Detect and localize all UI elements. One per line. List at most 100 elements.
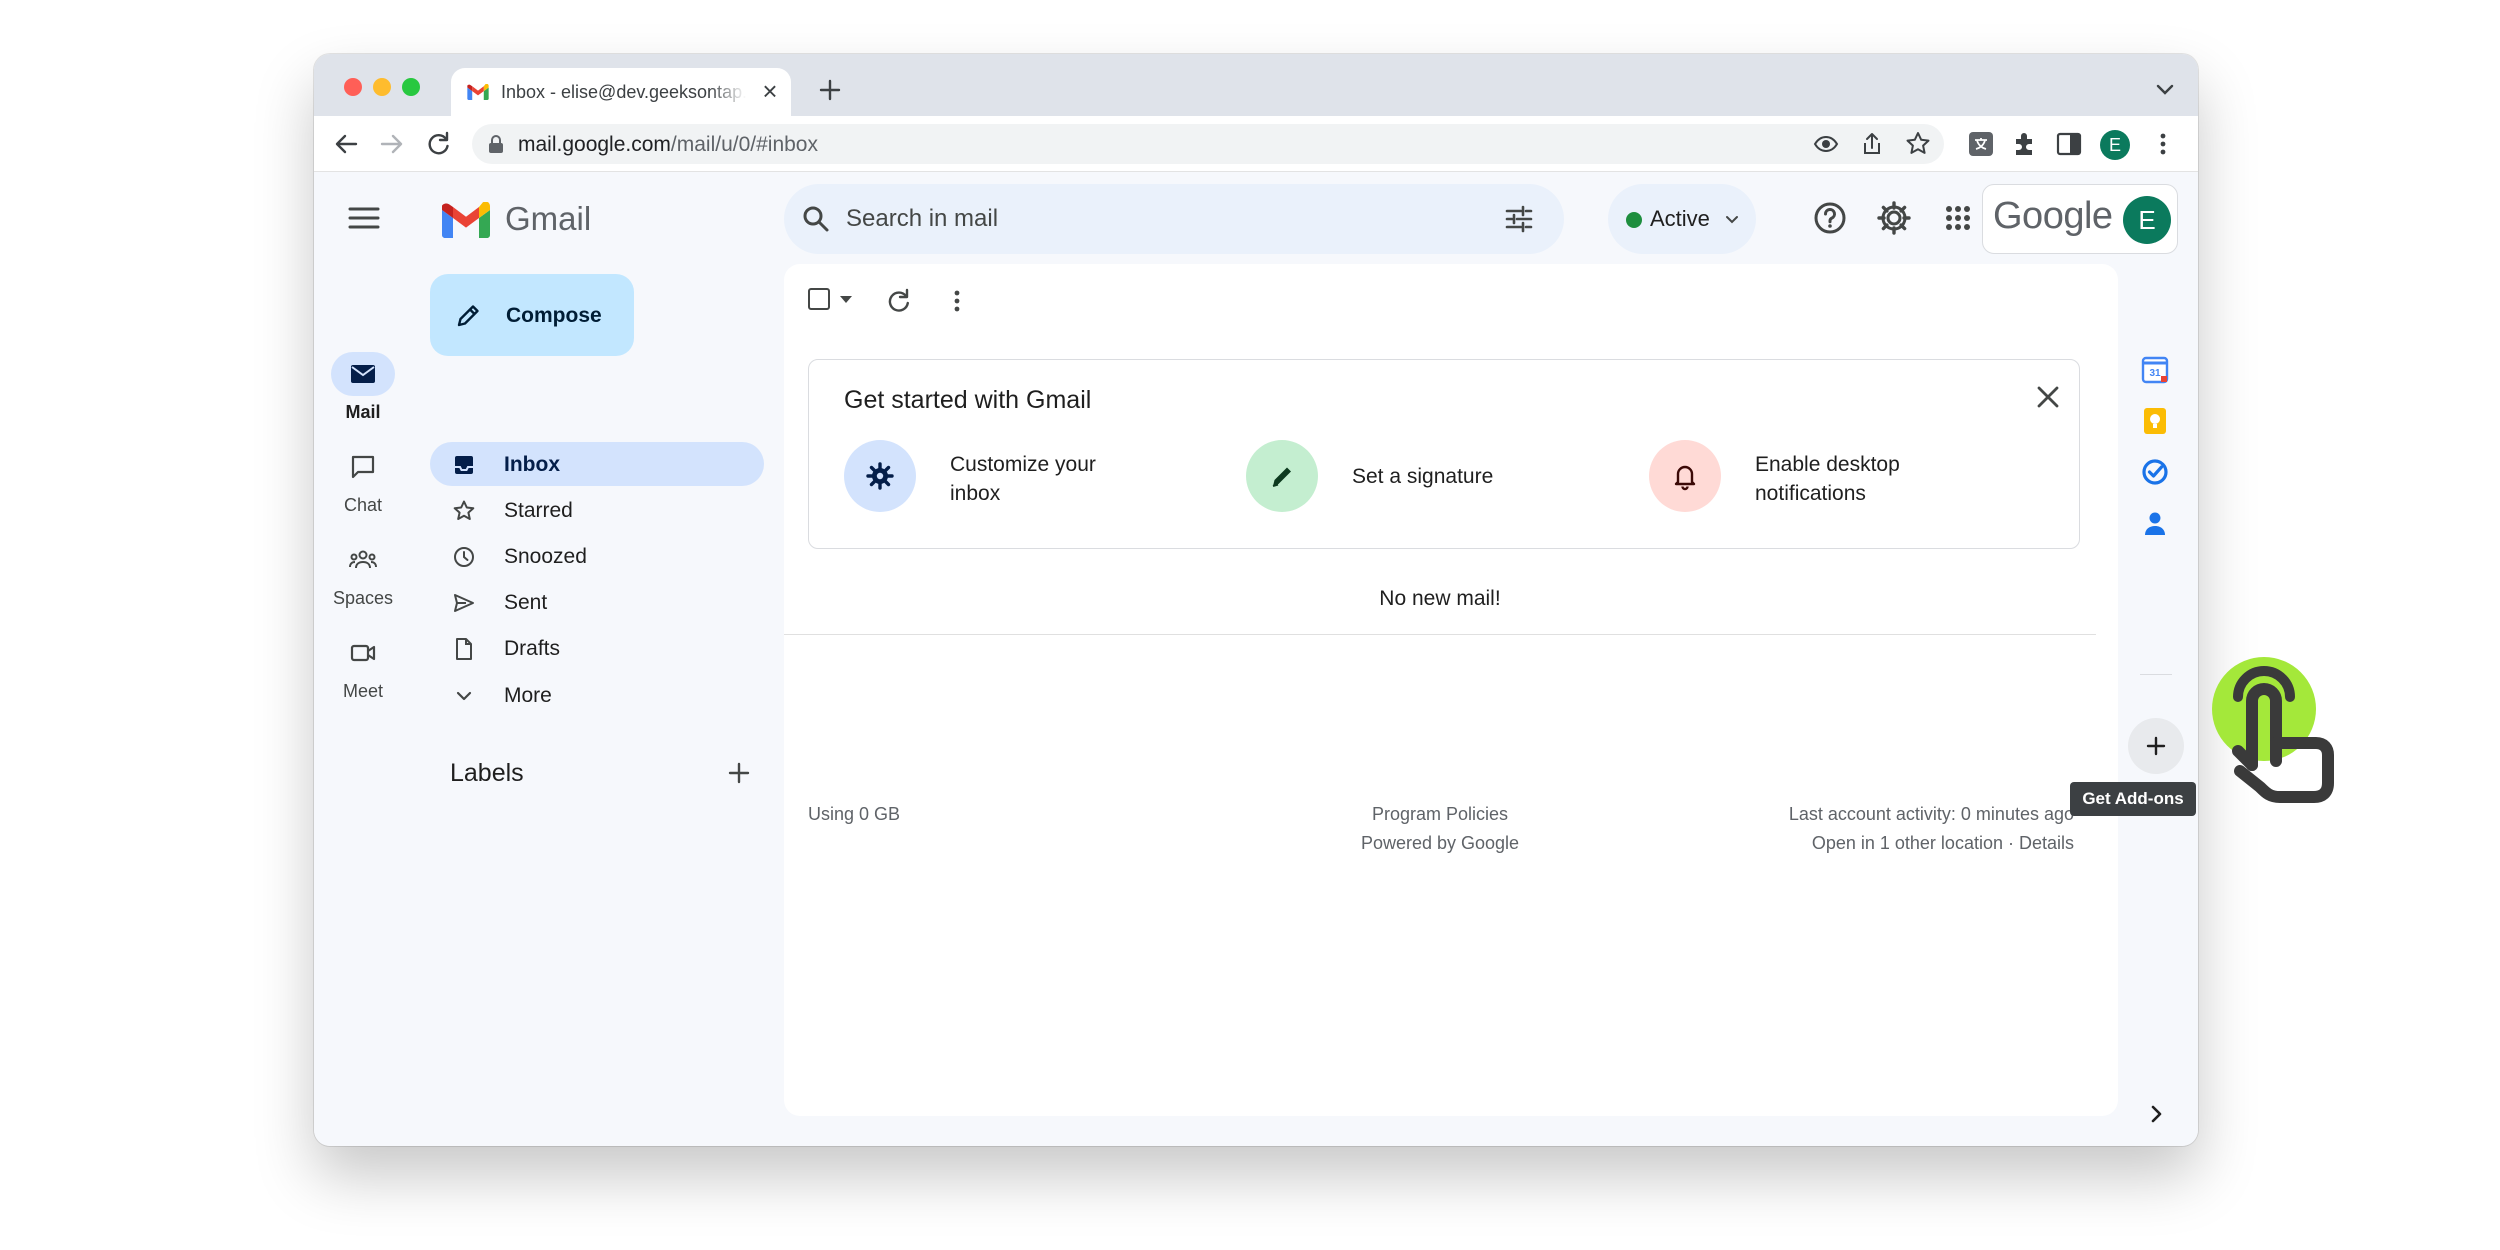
meet-icon — [350, 644, 376, 662]
minimize-window-button[interactable] — [373, 78, 391, 96]
notifications-line2: notifications — [1755, 482, 1866, 505]
search-options-icon[interactable] — [1502, 202, 1536, 236]
avatar: E — [2123, 196, 2171, 244]
side-panel-divider — [2140, 674, 2172, 675]
sidebar-item-starred[interactable]: Starred — [430, 488, 764, 532]
tasks-icon[interactable] — [2140, 457, 2170, 487]
sidebar-item-label: Drafts — [504, 637, 561, 660]
open-locations-details[interactable]: Open in 1 other location · Details — [784, 829, 2074, 858]
gs-circle-customize — [844, 440, 916, 512]
sidebar-item-drafts[interactable]: Drafts — [430, 626, 764, 670]
chevron-down-icon — [1726, 216, 1738, 224]
close-icon[interactable] — [2031, 380, 2065, 414]
tap-indicator-icon — [2212, 657, 2334, 803]
customize-inbox-option[interactable]: Customize your inbox — [844, 440, 1144, 512]
clock-icon — [454, 547, 474, 567]
get-started-title: Get started with Gmail — [844, 386, 1092, 414]
rail-label: Spaces — [332, 588, 394, 608]
translate-extension-icon[interactable] — [1966, 129, 1996, 159]
sidebar-item-snoozed[interactable]: Snoozed — [430, 534, 764, 578]
search-bar — [784, 184, 1564, 254]
gs-circle-signature — [1246, 440, 1318, 512]
forward-arrow-icon[interactable] — [376, 128, 408, 160]
gmail-app: Gmail Active Google E Mail — [314, 172, 2198, 1146]
share-icon[interactable] — [1858, 130, 1886, 158]
rail-item-spaces[interactable]: Spaces — [314, 538, 412, 618]
set-signature-option[interactable]: Set a signature — [1246, 440, 1546, 512]
sidebar-item-label: Inbox — [504, 453, 560, 476]
chevron-down-icon — [456, 691, 472, 701]
sidebar-item-inbox[interactable]: Inbox — [430, 442, 764, 486]
get-add-ons-button[interactable] — [2128, 718, 2184, 774]
extensions-puzzle-icon[interactable] — [2010, 129, 2040, 159]
mail-icon — [351, 365, 375, 383]
search-input[interactable] — [846, 194, 1486, 244]
settings-gear-icon[interactable] — [1870, 194, 1918, 242]
select-all-checkbox[interactable] — [808, 288, 830, 310]
compose-button[interactable]: Compose — [430, 274, 634, 356]
profile-avatar[interactable]: E — [2100, 130, 2130, 160]
chevron-right-icon[interactable] — [2144, 1102, 2168, 1126]
rail-pill-mail — [331, 352, 395, 396]
tab-close-icon[interactable]: × — [756, 77, 784, 105]
calendar-icon[interactable]: 31 — [2140, 355, 2170, 385]
gear-icon — [866, 462, 894, 490]
gs-text-notifications: Enable desktop notifications — [1755, 450, 1900, 508]
rail-pill-spaces — [331, 538, 395, 582]
select-dropdown-icon[interactable] — [840, 296, 852, 304]
status-chip[interactable]: Active — [1608, 184, 1756, 254]
browser-menu-icon[interactable] — [2148, 129, 2178, 159]
browser-window: Inbox - elise@dev.geeksontap.com × mail.… — [314, 54, 2198, 1146]
privacy-eye-icon[interactable] — [1812, 130, 1840, 158]
reload-icon[interactable] — [422, 128, 454, 160]
gs-circle-notifications — [1649, 440, 1721, 512]
browser-toolbar: mail.google.com/mail/u/0/#inbox E — [314, 116, 2198, 172]
sidebar-item-label: Snoozed — [504, 545, 587, 568]
rail-label: Meet — [342, 681, 384, 701]
status-dot — [1626, 212, 1642, 228]
google-wordmark: Google — [1993, 195, 2113, 237]
signature-text: Set a signature — [1352, 465, 1494, 488]
close-window-button[interactable] — [344, 78, 362, 96]
side-panel-icon[interactable] — [2054, 129, 2084, 159]
keep-icon[interactable] — [2140, 406, 2170, 436]
search-icon[interactable] — [800, 203, 832, 235]
add-label-icon[interactable] — [724, 758, 754, 788]
sidebar-item-sent[interactable]: Sent — [430, 580, 764, 624]
app-name: Gmail — [505, 200, 592, 237]
more-options-icon[interactable] — [942, 286, 972, 316]
sidebar-item-more[interactable]: More — [430, 673, 764, 717]
help-icon[interactable] — [1806, 194, 1854, 242]
maximize-window-button[interactable] — [402, 78, 420, 96]
rail-pill-chat — [331, 445, 395, 489]
browser-tab[interactable]: Inbox - elise@dev.geeksontap.com × — [451, 68, 791, 116]
customize-line2: inbox — [950, 482, 1001, 505]
address-bar[interactable]: mail.google.com/mail/u/0/#inbox — [472, 124, 1944, 164]
bell-icon — [1674, 465, 1696, 491]
customize-line1: Customize your — [950, 453, 1096, 476]
sidebar-item-label: Sent — [504, 591, 548, 614]
tab-search-chevron-icon[interactable] — [2152, 78, 2178, 100]
apps-grid-icon[interactable] — [1934, 194, 1982, 242]
refresh-icon[interactable] — [884, 286, 914, 316]
rail-item-meet[interactable]: Meet — [314, 631, 412, 711]
rail-item-mail[interactable]: Mail — [314, 352, 412, 432]
last-activity: Last account activity: 0 minutes ago — [1788, 804, 2074, 824]
rail-item-chat[interactable]: Chat — [314, 445, 412, 525]
inbox-icon — [455, 456, 473, 474]
sidebar-item-label: Starred — [504, 499, 573, 522]
google-account-button[interactable]: Google E — [1982, 184, 2178, 254]
url-host: mail.google.com — [518, 133, 671, 156]
new-tab-icon[interactable] — [814, 74, 846, 106]
rail-label: Mail — [345, 402, 381, 422]
enable-notifications-option[interactable]: Enable desktop notifications — [1649, 440, 1979, 512]
contacts-icon[interactable] — [2140, 508, 2170, 538]
gmail-logo-icon — [442, 202, 490, 238]
back-arrow-icon[interactable] — [330, 128, 362, 160]
pencil-icon — [457, 305, 479, 327]
bookmark-star-icon[interactable] — [1904, 130, 1932, 158]
get-started-card: Get started with Gmail Customize your in… — [808, 359, 2080, 549]
sidebar-item-label: More — [504, 684, 552, 707]
hamburger-menu-icon[interactable] — [340, 194, 388, 242]
mail-list-panel: Get started with Gmail Customize your in… — [784, 264, 2118, 1116]
